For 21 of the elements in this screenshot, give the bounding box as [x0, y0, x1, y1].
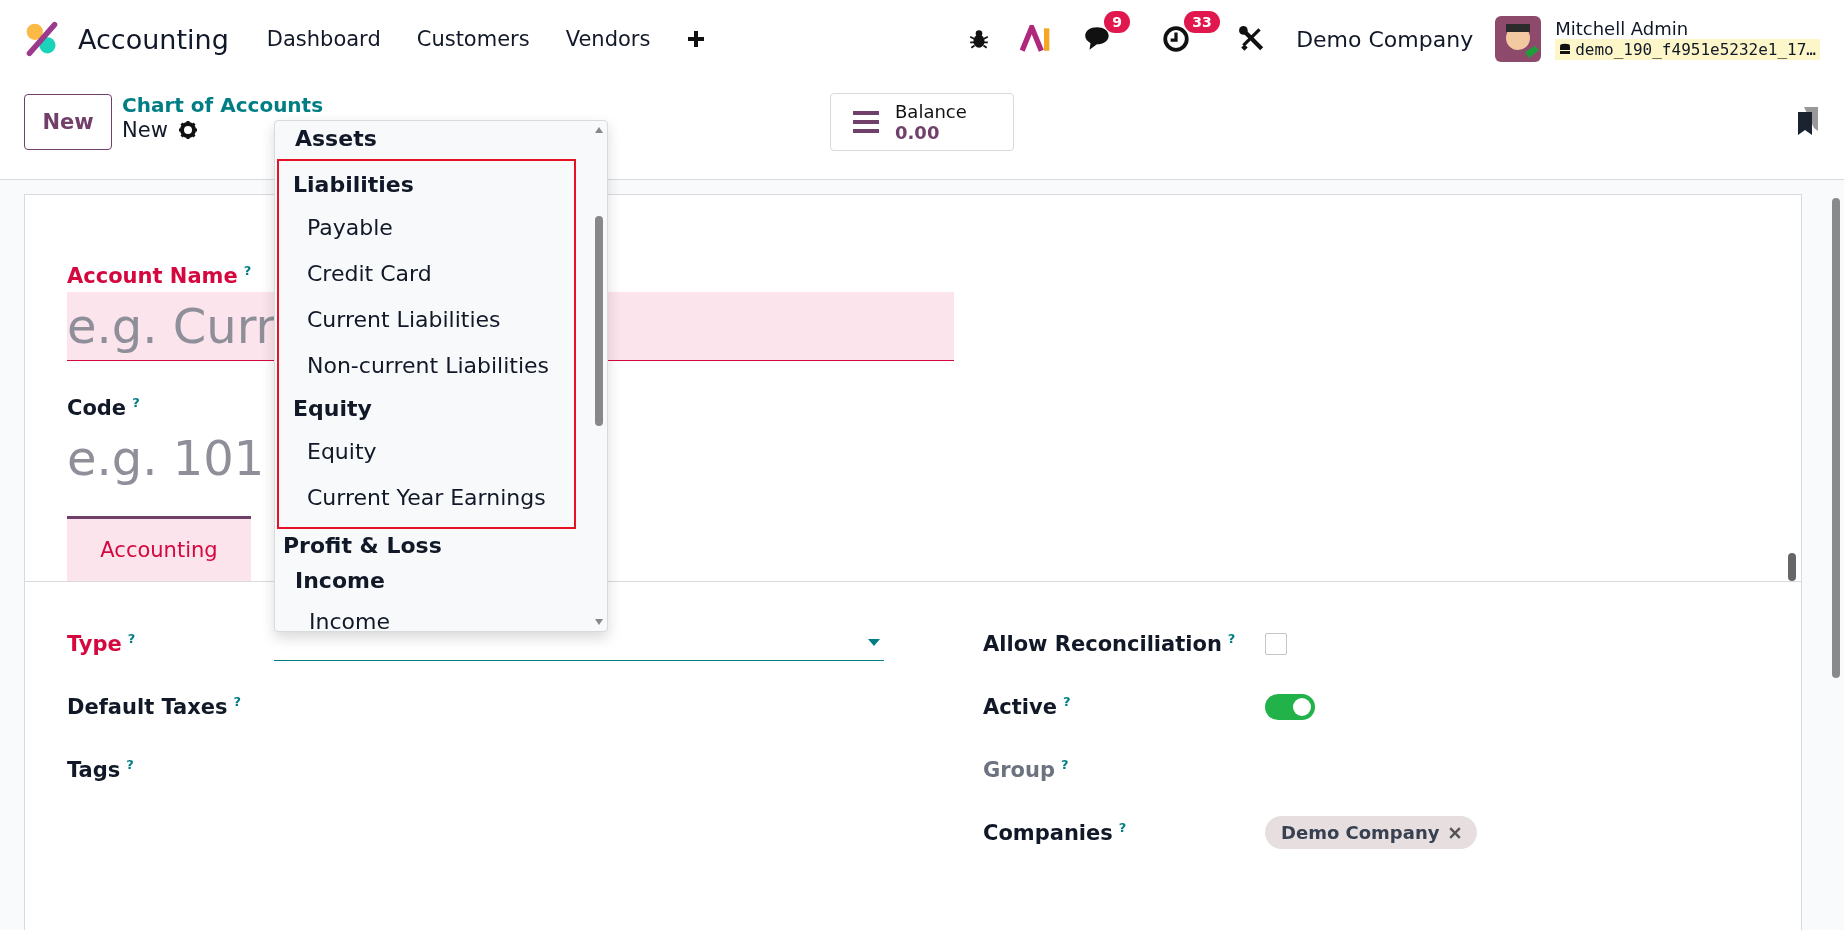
- database-name: demo_190_f4951e5232e1_17…: [1555, 39, 1820, 60]
- option-group-label: Assets: [294, 125, 378, 153]
- record-title: New: [122, 118, 168, 142]
- field-label: Companies $^{?}$: [983, 821, 1127, 845]
- field-label: Code $^{?}$: [67, 395, 140, 420]
- field-label: Tags $^{?}$: [67, 758, 134, 782]
- balance-label: Balance: [895, 101, 967, 122]
- field-label: Account Name $^{?}$: [67, 263, 252, 288]
- field-label: Default Taxes $^{?}$: [67, 695, 242, 719]
- option-group-label: Income: [294, 567, 386, 595]
- field-label: Group $^{?}$: [983, 758, 1069, 782]
- field-label: Active $^{?}$: [983, 695, 1071, 719]
- option-group-label: Liabilities: [292, 171, 415, 199]
- option-group-label: Profit & Loss: [282, 532, 443, 560]
- balance-value: 0.00: [895, 122, 940, 143]
- activity-count-badge: 33: [1184, 11, 1220, 33]
- field-label: Type $^{?}$: [67, 632, 136, 656]
- company-tag: Demo Company: [1265, 816, 1478, 849]
- option-group-label: Equity: [292, 395, 373, 423]
- field-label: Allow Reconciliation $^{?}$: [983, 632, 1236, 656]
- message-count-badge: 9: [1104, 11, 1130, 33]
